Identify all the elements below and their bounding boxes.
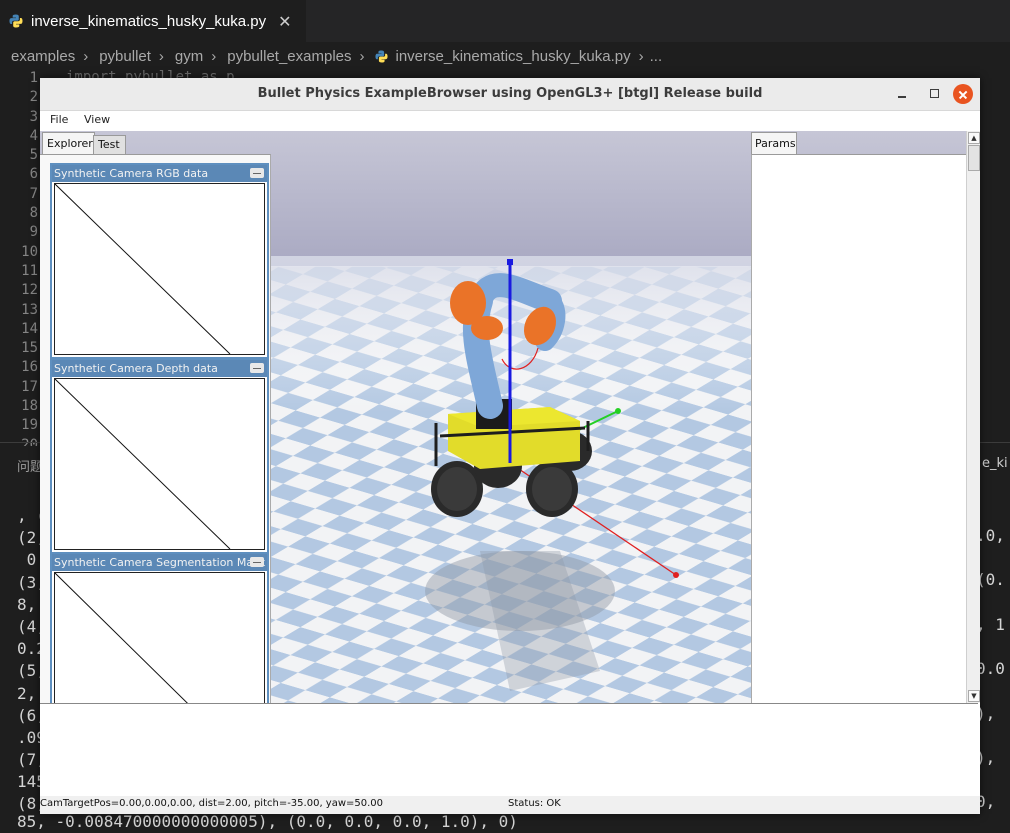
line-number: 4	[29, 127, 38, 144]
breadcrumb-item[interactable]: ...	[650, 48, 663, 65]
scroll-thumb[interactable]	[968, 145, 980, 171]
terminal-line: 85, -0.008470000000000005), (0.0, 0.0, 0…	[17, 812, 518, 831]
breadcrumb-item[interactable]: pybullet	[99, 48, 151, 65]
terminal-line: ),	[976, 703, 996, 723]
tab-params[interactable]: Params	[751, 132, 797, 154]
camera-window-titlebar[interactable]: Synthetic Camera Depth data	[52, 360, 267, 377]
chevron-right-icon: ›	[211, 47, 217, 65]
minimize-icon[interactable]	[250, 168, 264, 178]
line-number: 12	[21, 282, 38, 299]
line-number: 15	[21, 340, 38, 357]
line-number: 8	[29, 205, 38, 222]
camera-status-text: CamTargetPos=0.00,0.00,0.00, dist=2.00, …	[40, 798, 384, 809]
status-text: Status: OK	[508, 798, 561, 809]
minimize-icon[interactable]	[250, 363, 264, 373]
scroll-down-icon[interactable]: ▼	[968, 690, 980, 702]
camera-window-titlebar[interactable]: Synthetic Camera RGB data	[52, 165, 267, 182]
terminal-line: , 1	[976, 614, 1005, 634]
line-number: 9	[29, 224, 38, 241]
log-area	[40, 703, 978, 797]
minimize-icon[interactable]	[892, 84, 912, 104]
menu-view[interactable]: View	[84, 113, 110, 126]
maximize-icon[interactable]	[924, 84, 944, 104]
line-number: 16	[21, 359, 38, 376]
line-number: 19	[21, 417, 38, 434]
line-number: 5	[29, 147, 38, 164]
camera-window-title: Synthetic Camera RGB data	[54, 167, 209, 180]
code-line: import pybullet as p	[66, 69, 235, 78]
breadcrumb-item[interactable]: examples	[11, 48, 75, 65]
editor-tab[interactable]: inverse_kinematics_husky_kuka.py ✕	[0, 0, 306, 42]
tab-test[interactable]: Test	[93, 135, 126, 154]
line-number: 2	[29, 89, 38, 106]
terminal-line: ),	[976, 747, 996, 767]
camera-rgb-window[interactable]: Synthetic Camera RGB data	[50, 163, 269, 359]
close-icon[interactable]: ✕	[278, 12, 291, 31]
line-number: 13	[21, 301, 38, 318]
window-title: Bullet Physics ExampleBrowser using Open…	[257, 86, 763, 101]
breadcrumb-item[interactable]: inverse_kinematics_husky_kuka.py	[396, 48, 631, 65]
chevron-right-icon: ›	[158, 47, 164, 65]
camera-depth-window[interactable]: Synthetic Camera Depth data	[50, 358, 269, 554]
params-panel	[751, 154, 967, 703]
line-number: 7	[29, 185, 38, 202]
breadcrumb: examples › pybullet › gym › pybullet_exa…	[0, 44, 1010, 68]
bullet-window: Bullet Physics ExampleBrowser using Open…	[40, 78, 980, 814]
menu-file[interactable]: File	[50, 113, 68, 126]
camera-window-titlebar[interactable]: Synthetic Camera Segmentation Mask	[52, 554, 267, 571]
camera-window-title: Synthetic Camera Depth data	[54, 362, 218, 375]
terminal-output-right: .0, (0. , 1 0.0 ), ), 0,	[976, 525, 1010, 813]
tab-explorer[interactable]: Explorer	[42, 132, 95, 154]
line-number: 18	[21, 398, 38, 415]
line-number: 11	[21, 262, 38, 279]
chevron-right-icon: ›	[83, 47, 89, 65]
breadcrumb-item[interactable]: pybullet_examples	[227, 48, 351, 65]
editor-tab-bar: inverse_kinematics_husky_kuka.py ✕	[0, 0, 1010, 42]
panel-tab-output[interactable]: e_ki	[982, 456, 1008, 471]
scroll-up-icon[interactable]: ▲	[968, 132, 980, 144]
line-number: 10	[21, 243, 38, 260]
line-number: 14	[21, 320, 38, 337]
line-number: 1	[29, 70, 38, 86]
line-number: 3	[29, 108, 38, 125]
line-number: 6	[29, 166, 38, 183]
chevron-right-icon: ›	[359, 47, 365, 65]
camera-image	[54, 378, 265, 550]
camera-window-title: Synthetic Camera Segmentation Mask	[54, 556, 266, 569]
params-scrollbar[interactable]: ▲ ▼	[966, 131, 980, 703]
python-file-icon	[9, 14, 23, 28]
editor-tab-title: inverse_kinematics_husky_kuka.py	[31, 12, 267, 30]
breadcrumb-item[interactable]: gym	[175, 48, 203, 65]
terminal-line: 0.0	[976, 659, 1005, 679]
terminal-line: (0.	[976, 570, 1005, 590]
terminal-line: 0,	[976, 792, 996, 812]
chevron-right-icon: ›	[638, 47, 644, 65]
terminal-line: .0,	[976, 526, 1005, 545]
line-numbers: 1 2 3 4 5 6 7 8 9 10 11 12 13 14 15 16 1…	[0, 69, 40, 446]
python-file-icon	[374, 49, 388, 63]
menu-bar: File View	[40, 111, 980, 131]
minimize-icon[interactable]	[250, 557, 264, 567]
close-window-icon[interactable]	[953, 84, 973, 104]
line-number: 17	[21, 378, 38, 395]
camera-image	[54, 183, 265, 355]
line-number: 20	[21, 436, 38, 446]
status-bar: CamTargetPos=0.00,0.00,0.00, dist=2.00, …	[40, 796, 980, 814]
window-titlebar[interactable]: Bullet Physics ExampleBrowser using Open…	[40, 78, 980, 111]
